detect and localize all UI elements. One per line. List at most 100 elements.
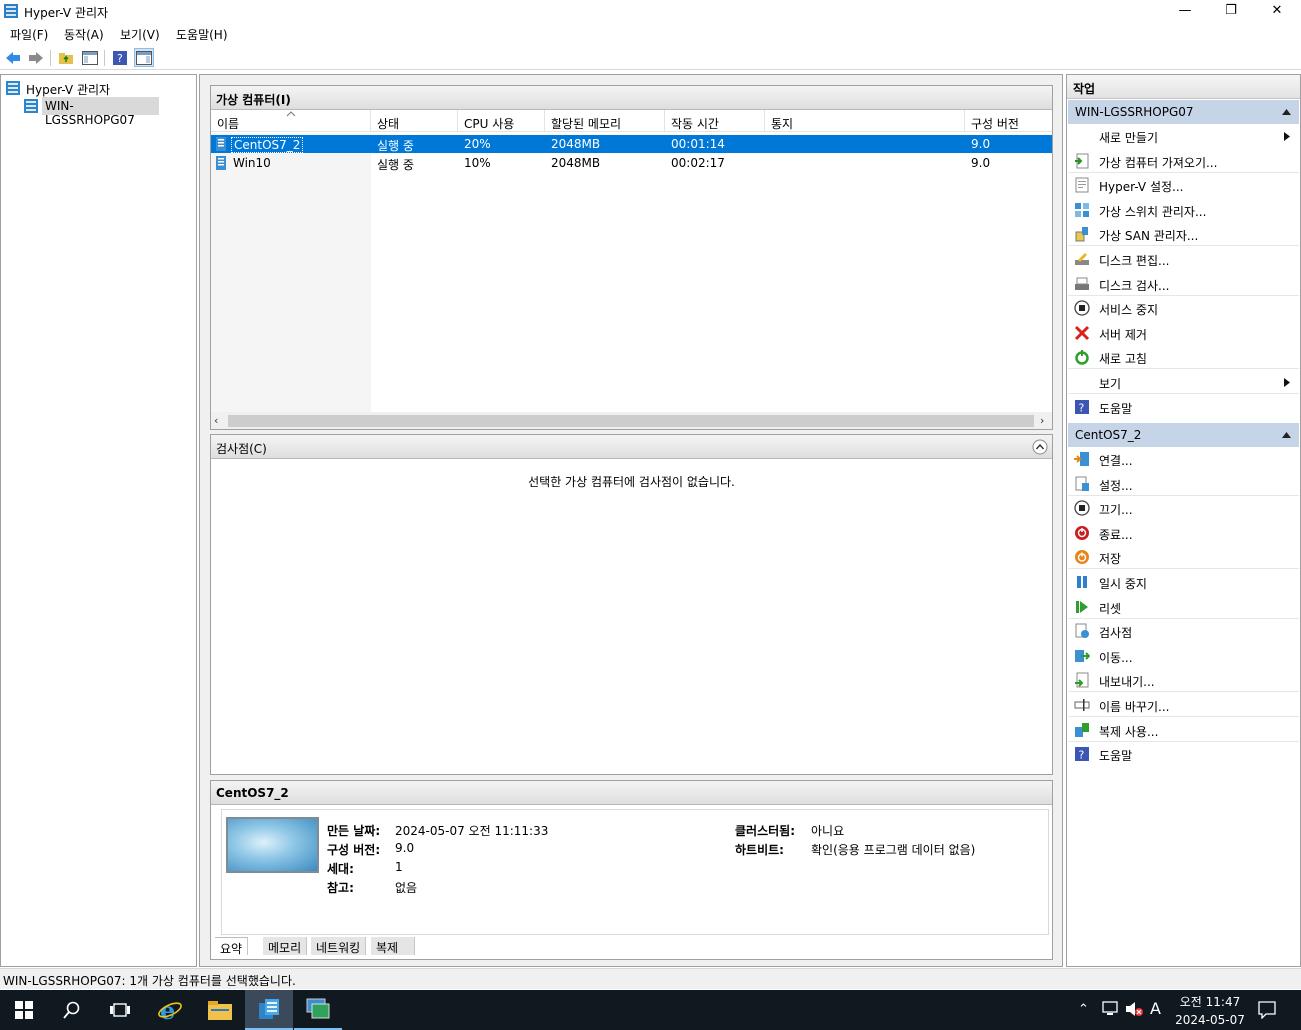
action-label: 도움말 — [1099, 749, 1133, 764]
action-connect[interactable]: 연결... — [1068, 447, 1299, 471]
vm-state: 실행 중 — [377, 158, 414, 172]
horizontal-scrollbar[interactable]: ‹ › — [211, 412, 1052, 429]
center-pane: 가상 컴퓨터(I) 이름 상태 CPU 사용 할당된 메모리 작동 시간 통지 … — [199, 74, 1063, 967]
clock[interactable]: 오전 11:47 2024-05-07 — [1170, 993, 1250, 1027]
column-header-memory[interactable]: 할당된 메모리 — [545, 110, 665, 132]
tab-summary[interactable]: 요약 — [215, 937, 249, 956]
action-label: 서비스 중지 — [1099, 303, 1159, 318]
action-none[interactable]: 보기 — [1068, 370, 1299, 394]
show-hide-tree-icon[interactable] — [80, 48, 100, 67]
action-help[interactable]: ? 도움말 — [1068, 395, 1299, 419]
column-header-cpu[interactable]: CPU 사용 — [458, 110, 545, 132]
volume-muted-icon[interactable] — [1125, 1001, 1143, 1020]
network-icon[interactable] — [1101, 1001, 1119, 1020]
virtual-machines-panel: 가상 컴퓨터(I) 이름 상태 CPU 사용 할당된 메모리 작동 시간 통지 … — [210, 85, 1053, 430]
stop-icon — [1074, 300, 1090, 316]
action-save[interactable]: 저장 — [1068, 545, 1299, 570]
action-export[interactable]: 내보내기... — [1068, 668, 1299, 693]
up-folder-icon[interactable] — [56, 48, 76, 67]
version-value: 9.0 — [395, 841, 415, 855]
vm-name: Win10 — [233, 156, 271, 170]
created-label: 만든 날짜: — [327, 824, 381, 838]
scroll-left-icon[interactable]: ‹ — [214, 414, 218, 427]
action-turn-off[interactable]: 끄기... — [1068, 496, 1299, 520]
task-view-icon[interactable] — [96, 990, 144, 1030]
maximize-button[interactable]: ❐ — [1208, 0, 1254, 22]
column-header-version[interactable]: 구성 버전 — [965, 110, 1052, 132]
action-label: 저장 — [1099, 552, 1122, 567]
action-none[interactable]: 새로 만들기 — [1068, 124, 1299, 148]
search-icon[interactable] — [48, 990, 96, 1030]
column-header-uptime[interactable]: 작동 시간 — [665, 110, 765, 132]
action-move[interactable]: 이동... — [1068, 644, 1299, 668]
scroll-right-icon[interactable]: › — [1040, 414, 1044, 427]
submenu-arrow-icon — [1284, 378, 1290, 387]
action-checkpoint[interactable]: 검사점 — [1068, 619, 1299, 643]
actions-pane: 작업 WIN-LGSSRHOPG07 새로 만들기 가상 컴퓨터 가져오기... H… — [1066, 74, 1301, 967]
column-label: 할당된 메모리 — [551, 117, 622, 131]
collapse-arrow-icon[interactable] — [1282, 432, 1291, 438]
internet-explorer-icon[interactable]: e — [146, 990, 194, 1030]
action-help[interactable]: ? 도움말 — [1068, 742, 1299, 766]
cluster-label: 클러스터됨: — [735, 824, 795, 838]
action-pause[interactable]: 일시 중지 — [1068, 570, 1299, 594]
menu-help[interactable]: 도움말(H) — [176, 26, 228, 43]
collapse-arrow-icon[interactable] — [1282, 109, 1291, 115]
action-shutdown[interactable]: 종료... — [1068, 521, 1299, 545]
disk-inspect-icon — [1075, 277, 1089, 290]
file-explorer-icon[interactable] — [196, 990, 244, 1030]
vm-icon — [216, 137, 226, 151]
action-switch[interactable]: 가상 스위치 관리자... — [1068, 198, 1299, 222]
menu-view[interactable]: 보기(V) — [120, 26, 160, 43]
start-button[interactable] — [0, 990, 48, 1030]
menu-file[interactable]: 파일(F) — [10, 26, 48, 43]
vm-connection-taskbar-icon[interactable] — [294, 990, 342, 1030]
tab-networking[interactable]: 네트워킹 — [311, 937, 367, 955]
action-settings-page[interactable]: Hyper-V 설정... — [1068, 173, 1299, 197]
show-action-pane-icon[interactable] — [134, 48, 154, 67]
actions-vm-header[interactable]: CentOS7_2 — [1068, 423, 1299, 447]
column-header-state[interactable]: 상태 — [371, 110, 458, 132]
created-value: 2024-05-07 오전 11:11:33 — [395, 824, 549, 838]
empty-checkpoints-message: 선택한 가상 컴퓨터에 검사점이 없습니다. — [528, 475, 735, 489]
panel-title: 검사점(C) — [211, 435, 1052, 459]
scrollbar-thumb[interactable] — [228, 415, 1034, 427]
table-row[interactable]: CentOS7_2 실행 중 20% 2048MB 00:01:14 9.0 — [211, 135, 1052, 153]
action-replication[interactable]: 복제 사용... — [1068, 718, 1299, 742]
back-icon[interactable] — [3, 48, 23, 67]
menu-action[interactable]: 동작(A) — [64, 26, 104, 43]
help-icon[interactable]: ? — [110, 48, 130, 67]
collapse-icon[interactable] — [1032, 439, 1048, 455]
action-san[interactable]: 가상 SAN 관리자... — [1068, 222, 1299, 247]
tab-replication[interactable]: 복제 — [371, 937, 415, 955]
export-icon — [1075, 672, 1089, 688]
forward-icon[interactable] — [26, 48, 46, 67]
action-disk-edit[interactable]: 디스크 편집... — [1068, 247, 1299, 271]
table-row[interactable]: Win10 실행 중 10% 2048MB 00:02:17 9.0 — [211, 154, 1052, 172]
action-import[interactable]: 가상 컴퓨터 가져오기... — [1068, 149, 1299, 173]
heartbeat-label: 하트비트: — [735, 843, 784, 857]
action-remove[interactable]: 서버 제거 — [1068, 321, 1299, 345]
tree-item-hyperv-manager[interactable]: Hyper-V 관리자 — [5, 79, 185, 97]
actions-title: 작업 — [1067, 75, 1300, 99]
column-header-notice[interactable]: 통지 — [765, 110, 965, 132]
close-button[interactable]: ✕ — [1254, 0, 1300, 22]
minimize-button[interactable]: — — [1162, 0, 1208, 22]
hyperv-manager-taskbar-icon[interactable] — [245, 990, 293, 1030]
action-refresh[interactable]: 새로 고침 — [1068, 345, 1299, 370]
hyperv-manager-icon — [6, 81, 20, 95]
tree-item-server[interactable]: WIN-LGSSRHOPG07 — [23, 97, 159, 127]
ime-indicator[interactable]: A — [1150, 999, 1161, 1018]
notifications-icon[interactable] — [1258, 1001, 1276, 1022]
action-rename[interactable]: 이름 바꾸기... — [1068, 693, 1299, 717]
action-reset[interactable]: 리셋 — [1068, 595, 1299, 619]
vm-thumbnail[interactable] — [226, 817, 319, 873]
show-hidden-icons-icon[interactable]: ⌃ — [1078, 1002, 1089, 1017]
tab-memory[interactable]: 메모리 — [263, 937, 308, 955]
action-settings[interactable]: 설정... — [1068, 472, 1299, 496]
svg-text:?: ? — [117, 52, 123, 65]
action-stop[interactable]: 서비스 중지 — [1068, 296, 1299, 320]
actions-server-header[interactable]: WIN-LGSSRHOPG07 — [1068, 100, 1299, 124]
action-disk-inspect[interactable]: 디스크 검사... — [1068, 272, 1299, 296]
action-label: 연결... — [1099, 454, 1133, 468]
